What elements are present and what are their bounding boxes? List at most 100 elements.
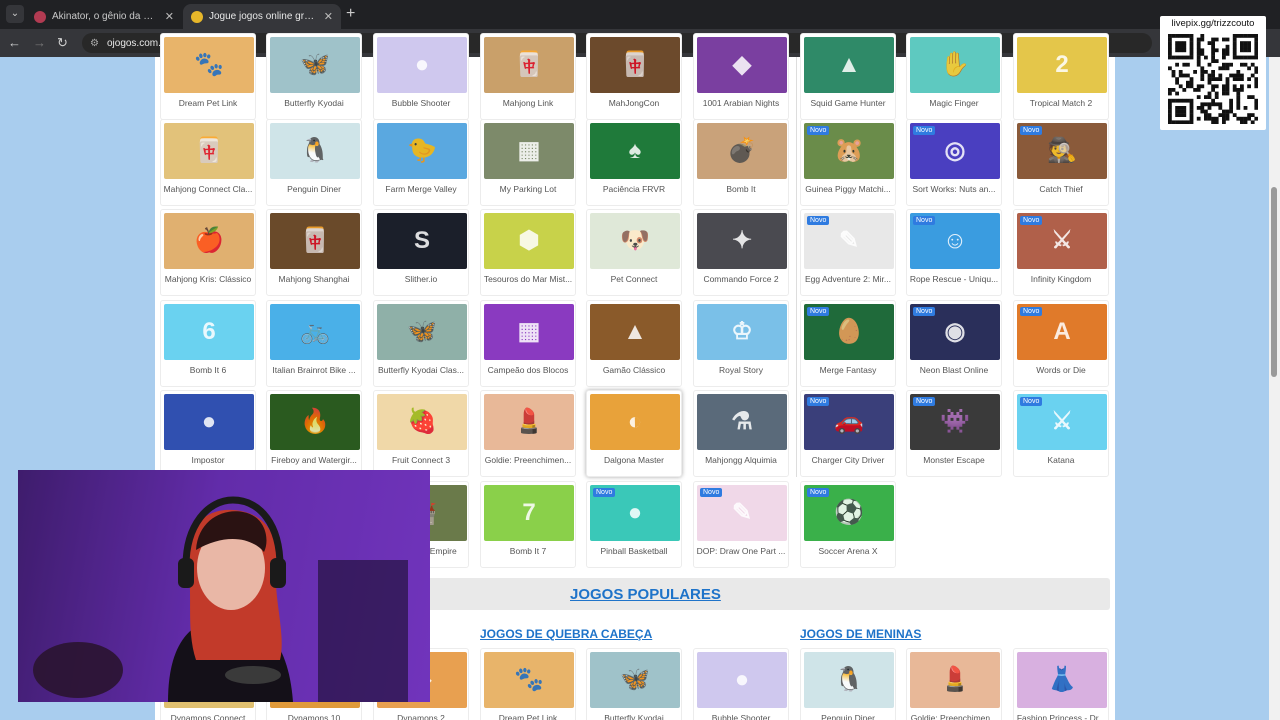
game-title[interactable]: Mahjong Link: [483, 98, 573, 108]
game-thumbnail[interactable]: 💄: [910, 652, 1000, 708]
game-thumbnail[interactable]: 🚲: [270, 304, 360, 360]
game-card[interactable]: ⚔ Novo Infinity Kingdom: [1013, 209, 1109, 296]
game-thumbnail[interactable]: S: [377, 213, 467, 269]
game-card[interactable]: ● Bubble Shooter: [373, 33, 469, 120]
site-info-icon[interactable]: ⚙: [90, 38, 99, 49]
game-title[interactable]: Charger City Driver: [803, 455, 893, 465]
game-title[interactable]: Soccer Arena X: [803, 546, 893, 556]
game-thumbnail[interactable]: 🀄: [164, 123, 254, 179]
game-title[interactable]: Pet Connect: [589, 274, 679, 284]
tab-ojogos[interactable]: Jogue jogos online grátis em ojogos ✕: [183, 4, 341, 29]
game-thumbnail[interactable]: ⚔ Novo: [1017, 394, 1107, 450]
game-thumbnail[interactable]: ●: [377, 37, 467, 93]
game-title[interactable]: Words or Die: [1016, 365, 1106, 375]
game-title[interactable]: MahJongCon: [589, 98, 679, 108]
game-thumbnail[interactable]: ▲: [590, 304, 680, 360]
tab-akinator[interactable]: Akinator, o gênio da web ✕: [26, 4, 182, 29]
game-card[interactable]: ● Novo Pinball Basketball: [586, 481, 682, 568]
game-title[interactable]: Mahjong Kris: Clássico: [163, 274, 253, 284]
game-thumbnail[interactable]: ⬢: [484, 213, 574, 269]
game-thumbnail[interactable]: ⚗: [697, 394, 787, 450]
game-thumbnail[interactable]: ✦: [697, 213, 787, 269]
game-title[interactable]: Dynamons Connect: [163, 713, 253, 720]
game-card[interactable]: ✦ Commando Force 2: [693, 209, 789, 296]
game-card[interactable]: ▦ Campeão dos Blocos: [480, 300, 576, 387]
game-thumbnail[interactable]: 🐾: [164, 37, 254, 93]
game-title[interactable]: Fruit Connect 3: [376, 455, 466, 465]
game-thumbnail[interactable]: 🦋: [270, 37, 360, 93]
game-title[interactable]: Bubble Shooter: [696, 713, 786, 720]
game-title[interactable]: Merge Fantasy: [803, 365, 893, 375]
game-thumbnail[interactable]: ▲: [804, 37, 894, 93]
game-card[interactable]: 🥚 Novo Merge Fantasy: [800, 300, 896, 387]
game-card[interactable]: 👗 Fashion Princess - Dr...: [1013, 648, 1109, 720]
game-title[interactable]: Fashion Princess - Dr...: [1016, 713, 1106, 720]
game-thumbnail[interactable]: ● Novo: [590, 485, 680, 541]
game-thumbnail[interactable]: A Novo: [1017, 304, 1107, 360]
game-thumbnail[interactable]: 🀄: [484, 37, 574, 93]
game-card[interactable]: 🀄 Mahjong Link: [480, 33, 576, 120]
game-card[interactable]: ⚗ Mahjongg Alquimia: [693, 390, 789, 477]
back-icon[interactable]: ←: [8, 35, 21, 51]
game-title[interactable]: Tropical Match 2: [1016, 98, 1106, 108]
game-card[interactable]: ● Bubble Shooter: [693, 648, 789, 720]
game-title[interactable]: Bomb It 6: [163, 365, 253, 375]
game-title[interactable]: Magic Finger: [909, 98, 999, 108]
game-thumbnail[interactable]: 🐤: [377, 123, 467, 179]
game-card[interactable]: ☺ Novo Rope Rescue - Uniqu...: [906, 209, 1002, 296]
reload-icon[interactable]: ↻: [57, 35, 68, 51]
game-title[interactable]: Bubble Shooter: [376, 98, 466, 108]
game-card[interactable]: 🐧 Penguin Diner: [800, 648, 896, 720]
puzzle-games-heading[interactable]: JOGOS DE QUEBRA CABEÇA: [480, 627, 652, 641]
game-card[interactable]: 🦋 Butterfly Kyodai Clas...: [373, 300, 469, 387]
game-title[interactable]: Egg Adventure 2: Mir...: [803, 274, 893, 284]
game-card[interactable]: 🦋 Butterfly Kyodai: [266, 33, 362, 120]
game-card[interactable]: 🐾 Dream Pet Link: [480, 648, 576, 720]
game-title[interactable]: Mahjong Shanghai: [269, 274, 359, 284]
game-title[interactable]: Dream Pet Link: [163, 98, 253, 108]
close-icon[interactable]: ✕: [324, 10, 333, 23]
game-card[interactable]: 🐧 Penguin Diner: [266, 119, 362, 206]
game-card[interactable]: 🐤 Farm Merge Valley: [373, 119, 469, 206]
game-thumbnail[interactable]: ▦: [484, 304, 574, 360]
game-card[interactable]: 💄 Goldie: Preenchimen...: [906, 648, 1002, 720]
game-title[interactable]: Goldie: Preenchimen...: [909, 713, 999, 720]
game-thumbnail[interactable]: 💣: [697, 123, 787, 179]
game-thumbnail[interactable]: ⚔ Novo: [1017, 213, 1107, 269]
game-card[interactable]: 💄 Goldie: Preenchimen...: [480, 390, 576, 477]
game-card[interactable]: ⬢ Tesouros do Mar Mist...: [480, 209, 576, 296]
game-title[interactable]: DOP: Draw One Part ...: [696, 546, 786, 556]
game-card[interactable]: ◐ Dalgona Master: [586, 390, 682, 477]
game-card[interactable]: ▲ Squid Game Hunter: [800, 33, 896, 120]
game-title[interactable]: Rope Rescue - Uniqu...: [909, 274, 999, 284]
game-title[interactable]: Bomb It 7: [483, 546, 573, 556]
game-card[interactable]: 🐹 Novo Guinea Piggy Matchi...: [800, 119, 896, 206]
game-thumbnail[interactable]: 2: [1017, 37, 1107, 93]
game-title[interactable]: Dream Pet Link: [483, 713, 573, 720]
game-thumbnail[interactable]: ●: [164, 394, 254, 450]
game-thumbnail[interactable]: 🐹 Novo: [804, 123, 894, 179]
game-card[interactable]: S Slither.io: [373, 209, 469, 296]
game-thumbnail[interactable]: 7: [484, 485, 574, 541]
game-thumbnail[interactable]: 🔥: [270, 394, 360, 450]
page-scrollbar[interactable]: [1269, 57, 1280, 720]
game-title[interactable]: Katana: [1016, 455, 1106, 465]
game-thumbnail[interactable]: 🐧: [270, 123, 360, 179]
game-card[interactable]: ◉ Novo Neon Blast Online: [906, 300, 1002, 387]
game-card[interactable]: ⚔ Novo Katana: [1013, 390, 1109, 477]
game-thumbnail[interactable]: 🥚 Novo: [804, 304, 894, 360]
game-title[interactable]: Commando Force 2: [696, 274, 786, 284]
game-thumbnail[interactable]: ✎ Novo: [697, 485, 787, 541]
game-card[interactable]: ◎ Novo Sort Works: Nuts an...: [906, 119, 1002, 206]
game-title[interactable]: Mahjongg Alquimia: [696, 455, 786, 465]
game-card[interactable]: ♠ Paciência FRVR: [586, 119, 682, 206]
game-thumbnail[interactable]: ◉ Novo: [910, 304, 1000, 360]
game-thumbnail[interactable]: ▦: [484, 123, 574, 179]
game-card[interactable]: 🔥 Fireboy and Watergir...: [266, 390, 362, 477]
new-tab-button[interactable]: +: [346, 6, 355, 22]
game-thumbnail[interactable]: ✎ Novo: [804, 213, 894, 269]
close-icon[interactable]: ✕: [165, 10, 174, 23]
scrollbar-thumb[interactable]: [1271, 187, 1277, 377]
game-card[interactable]: 🚲 Italian Brainrot Bike ...: [266, 300, 362, 387]
game-card[interactable]: ◆ 1001 Arabian Nights: [693, 33, 789, 120]
